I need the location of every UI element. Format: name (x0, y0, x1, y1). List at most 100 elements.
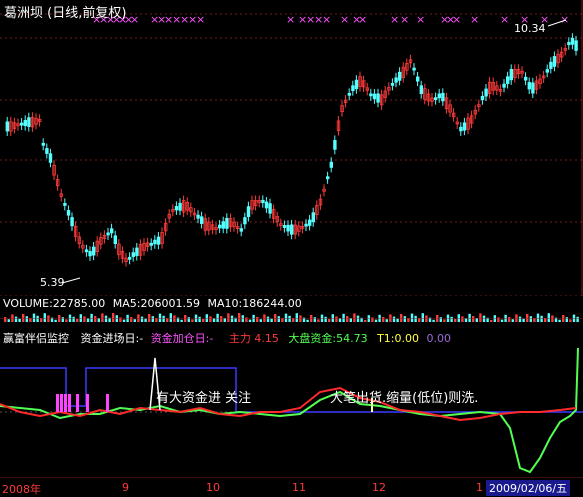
candle-body (5, 121, 9, 132)
signal-x-mark: × (286, 13, 295, 26)
volume-value: VOLUME:22785.00 (3, 297, 106, 310)
candle-body (178, 202, 182, 211)
signal-bar (76, 394, 79, 412)
candle-body (268, 203, 272, 214)
candle-body (131, 252, 135, 257)
ma10-value: MA10:186244.00 (207, 297, 302, 310)
candle-body (397, 71, 402, 81)
candle-body (289, 224, 294, 235)
candle-body (217, 224, 222, 229)
low-arrow (61, 277, 81, 284)
candle-body (153, 239, 157, 245)
stock-title-row: 葛洲坝 (日线,前复权) (4, 2, 126, 21)
low-price-label: 5.39 (40, 276, 65, 289)
signal-x-mark: × (340, 13, 349, 26)
ma5-value: MA5:206001.59 (112, 297, 200, 310)
stock-title: 葛洲坝 (4, 6, 44, 21)
candle-body (347, 92, 351, 96)
candle-body (325, 176, 330, 180)
candle-body (63, 203, 67, 206)
signal-x-mark: × (452, 13, 461, 26)
candle-body (149, 242, 153, 246)
annotation-left: 有大资金进 关注 (156, 391, 252, 406)
candle-body (286, 224, 290, 232)
stock-subtitle: (日线,前复权) (47, 6, 127, 21)
time-label-5: 1 (476, 481, 483, 494)
indicator-chart[interactable] (0, 318, 583, 478)
candle-body (92, 246, 96, 256)
candle-body (502, 83, 506, 88)
signal-x-mark: × (400, 13, 409, 26)
signal-x-mark: × (416, 13, 425, 26)
signal-bar (86, 394, 89, 412)
candle-body (369, 93, 373, 97)
candle-body (351, 85, 355, 92)
candle-body (390, 82, 395, 86)
candle-body (441, 92, 445, 102)
time-label-1: 9 (122, 481, 129, 494)
candle-body (70, 217, 74, 227)
candle-body (307, 219, 312, 226)
candle-body (88, 251, 92, 257)
candle-body (304, 223, 308, 227)
candle-body (570, 37, 575, 45)
candle-body (196, 214, 200, 219)
candle-body (225, 217, 229, 229)
candle-body (23, 120, 27, 127)
signal-x-mark: × (500, 13, 509, 26)
candle-body (480, 95, 485, 101)
candle-body (372, 93, 377, 100)
candle-body (48, 153, 53, 163)
candle-body (567, 41, 571, 46)
candle-body (246, 206, 251, 217)
candle-body (156, 236, 161, 245)
signal-bar (60, 394, 63, 412)
candle-body (199, 216, 204, 224)
candle-body (329, 161, 333, 168)
candle-body (113, 235, 117, 245)
candle-body (509, 69, 513, 81)
signal-bar (68, 394, 71, 412)
candle-body (394, 77, 398, 83)
candle-body (484, 88, 488, 97)
candle-body (574, 40, 578, 51)
candle-body (524, 76, 528, 81)
candle-body (264, 201, 269, 209)
signal-bar (56, 394, 59, 412)
candle-body (527, 82, 531, 90)
candle-body (311, 212, 315, 223)
candle-body (243, 217, 247, 225)
candle-body (437, 93, 441, 99)
signal-x-mark: × (358, 13, 367, 26)
signal-x-mark: × (322, 13, 331, 26)
signal-x-mark: × (470, 13, 479, 26)
candle-body (27, 117, 31, 127)
time-label-3: 11 (292, 481, 306, 494)
candle-body (545, 69, 549, 73)
signal-bar (64, 394, 67, 412)
candle-body (462, 122, 467, 131)
candle-body (84, 249, 89, 253)
candle-body (282, 225, 287, 228)
candle-body (333, 140, 337, 150)
candle-body (127, 256, 132, 260)
candle-body (135, 247, 139, 256)
price-chart[interactable]: ××××××× ××××××× × ×××× × ×× × × × ××× × × × × × (0, 0, 583, 296)
candle-body (531, 82, 535, 94)
signal-x-mark: × (560, 13, 569, 26)
candle-body (433, 97, 438, 101)
candle-body (505, 76, 510, 84)
candle-body (552, 56, 557, 67)
candle-body (354, 79, 359, 90)
signal-x-mark: × (390, 13, 399, 26)
candle-body (45, 148, 49, 154)
time-label-4: 12 (372, 481, 386, 494)
volume-header: VOLUME:22785.00 MA5:206001.59 MA10:18624… (3, 297, 302, 310)
candle-body (412, 67, 416, 71)
candle-body (549, 61, 553, 69)
high-price-label: 10.34 (514, 22, 546, 35)
candle-body (19, 122, 24, 126)
signal-x-mark: × (196, 13, 205, 26)
candle-body (261, 199, 265, 204)
candle-body (106, 232, 110, 236)
